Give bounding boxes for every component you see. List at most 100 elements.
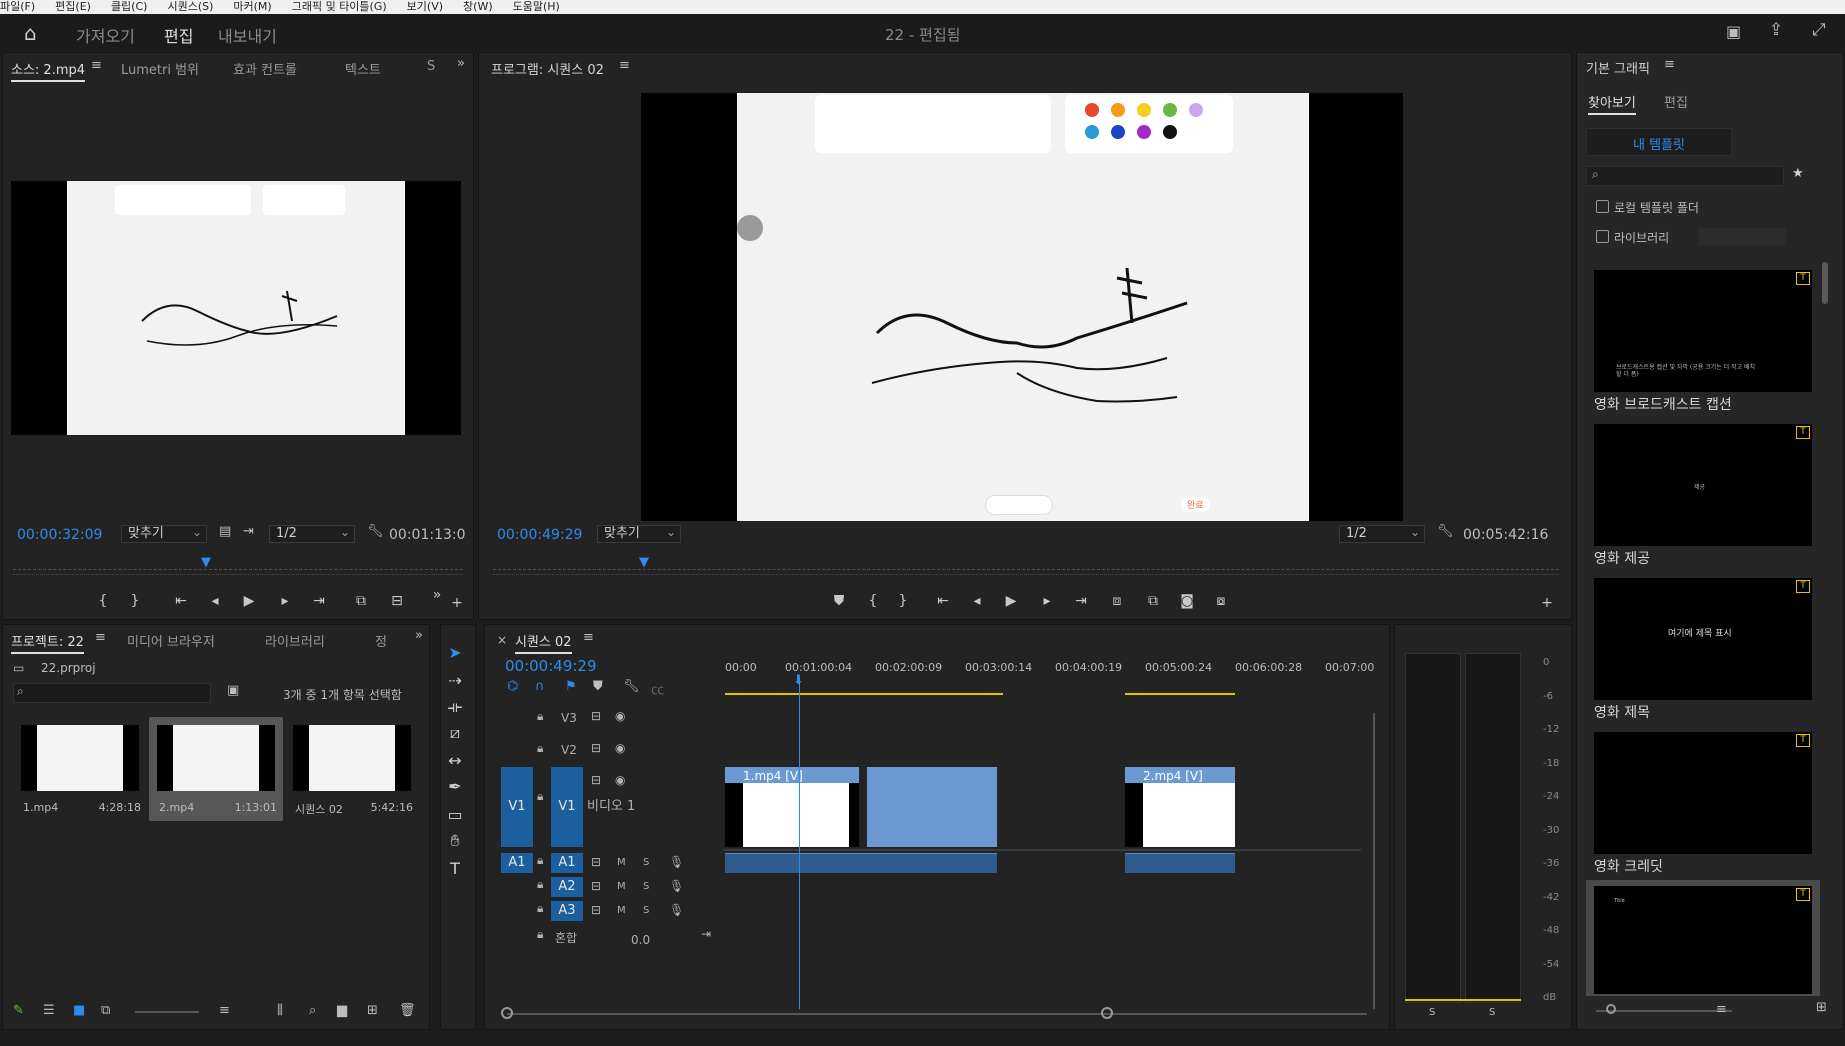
solo-button[interactable]: S [643, 881, 649, 892]
program-scrubber[interactable] [493, 561, 1559, 575]
source-scrubber[interactable] [13, 561, 463, 575]
template-title[interactable]: T 여기에 제목 표시 [1594, 578, 1812, 700]
tab-media-browser[interactable]: 미디어 브라우저 [127, 631, 215, 650]
step-back-icon[interactable]: ◂ [967, 593, 987, 609]
source-patch-a1[interactable]: A1 [501, 853, 533, 873]
menu-item[interactable]: 편집(E) [55, 1, 91, 13]
tab-edit-graphics[interactable]: 편집 [1664, 92, 1688, 111]
razor-tool-icon[interactable]: ⧄ [441, 723, 469, 743]
tab-more[interactable]: S [427, 59, 435, 74]
audio-clip-1[interactable] [725, 853, 997, 873]
template-lower-title[interactable]: T Title [1594, 886, 1812, 994]
menu-item[interactable]: 창(W) [463, 1, 493, 13]
mute-button[interactable]: M [617, 881, 626, 892]
linked-selection-icon[interactable]: ⚑ [565, 679, 577, 694]
lock-icon[interactable]: 🔒︎ [537, 927, 543, 942]
eye-icon[interactable]: ◉ [615, 741, 625, 755]
menu-item[interactable]: 파일(F) [0, 1, 35, 13]
track-a3[interactable]: A3 [551, 901, 583, 921]
new-bin-icon[interactable]: ▣ [227, 683, 239, 698]
step-forward-icon[interactable]: ▸ [1037, 593, 1057, 609]
go-to-end-icon[interactable]: ⇥ [701, 927, 711, 941]
track-v1[interactable]: V1 [551, 767, 583, 847]
source-resolution-select[interactable]: 1/2 [269, 524, 355, 543]
sync-icon[interactable]: ⊟ [591, 709, 601, 723]
program-fit-select[interactable]: 맞추기 [597, 524, 681, 543]
menu-item[interactable]: 시퀀스(S) [167, 1, 213, 13]
wrench-icon[interactable]: 🔧︎ [1437, 524, 1454, 539]
menu-icon[interactable]: ≡ [583, 630, 594, 645]
time-ruler[interactable]: 00:00 00:01:00:04 00:02:00:09 00:03:00:14 00… [725, 661, 1374, 695]
lift-icon[interactable]: ⧈ [1107, 593, 1127, 609]
folder-icon[interactable]: ▆ [337, 1003, 347, 1018]
eye-icon[interactable]: ◉ [615, 773, 625, 787]
my-templates-button[interactable]: 내 템플릿 [1586, 128, 1732, 156]
lock-icon[interactable]: 🔒︎ [537, 741, 543, 756]
add-marker-icon[interactable]: ⛊ [829, 593, 849, 609]
eg-scrollbar[interactable] [1822, 262, 1828, 304]
vertical-scrollbar[interactable] [1373, 713, 1375, 1009]
program-title[interactable]: 프로그램: 시퀀스 02 [491, 59, 604, 78]
mark-out-button[interactable]: } [125, 593, 145, 609]
settings-toggle-icon[interactable]: ▤ [219, 524, 231, 539]
tab-edit[interactable]: 편집 [164, 23, 194, 55]
menu-item[interactable]: 마커(M) [233, 1, 271, 13]
menu-icon[interactable]: ≡ [95, 630, 106, 645]
insert-clip-icon[interactable]: ⧉ [351, 593, 371, 609]
eg-zoom-slider[interactable] [1596, 1010, 1732, 1012]
program-resolution-select[interactable]: 1/2 [1339, 524, 1425, 543]
tab-effect-controls[interactable]: 효과 컨트롤 [233, 59, 297, 78]
project-item-3[interactable]: 시퀀스 02 5:42:16 [285, 717, 419, 821]
go-to-in-icon[interactable]: ⇤ [933, 593, 953, 609]
ripple-edit-tool-icon[interactable]: ⟛ [441, 697, 469, 717]
extract-icon[interactable]: ⧉ [1143, 593, 1163, 609]
share-icon[interactable]: ⇪ [1769, 20, 1783, 40]
comparison-view-icon[interactable]: ⧇ [1211, 593, 1231, 609]
tab-sequence[interactable]: 시퀀스 02 [515, 631, 572, 654]
lock-icon[interactable]: 🔒︎ [537, 709, 543, 724]
mark-out-button[interactable]: } [893, 593, 913, 609]
tab-project[interactable]: 프로젝트: 22 [11, 631, 84, 654]
insert-icon[interactable]: ⇥ [243, 524, 254, 539]
template-credits[interactable]: T [1594, 732, 1812, 854]
overwrite-clip-icon[interactable]: ⊟ [387, 593, 407, 609]
captions-icon[interactable]: ㏄ [651, 679, 664, 698]
menu-item[interactable]: 도움말(H) [513, 1, 560, 13]
menu-item[interactable]: 보기(V) [407, 1, 443, 13]
tab-export[interactable]: 내보내기 [218, 23, 277, 47]
pen-tool-icon[interactable]: ✒ [441, 777, 469, 796]
eye-icon[interactable]: ◉ [615, 709, 625, 723]
project-item-2[interactable]: 2.mp4 1:13:01 [149, 717, 283, 821]
play-icon[interactable]: ▶ [1001, 593, 1021, 609]
list-view-icon[interactable]: ☰ [43, 1003, 55, 1018]
icon-view-icon[interactable]: ■ [73, 1003, 85, 1018]
track-v3[interactable]: V3 [561, 711, 577, 725]
overflow-icon[interactable]: » [415, 628, 423, 643]
track-a1[interactable]: A1 [551, 853, 583, 873]
go-to-in-icon[interactable]: ⇤ [171, 593, 191, 609]
audio-clip-2[interactable] [1125, 853, 1235, 873]
zoom-slider[interactable] [135, 1011, 199, 1013]
menu-item[interactable]: 그래픽 및 타이틀(G) [292, 1, 387, 13]
playhead-line[interactable] [799, 677, 800, 1009]
mic-icon[interactable]: 🎙︎ [669, 903, 684, 917]
mark-in-button[interactable]: { [863, 593, 883, 609]
clip-1mp4-end[interactable] [867, 767, 997, 847]
new-item-icon[interactable]: ⊞ [367, 1003, 378, 1018]
sync-icon[interactable]: ⊟ [591, 773, 601, 787]
source-patch-v1[interactable]: V1 [501, 767, 533, 847]
type-tool-icon[interactable]: T [441, 859, 469, 878]
sync-icon[interactable]: ⊟ [591, 855, 601, 869]
fullscreen-icon[interactable]: ⤢ [1812, 20, 1826, 40]
close-icon[interactable]: × [497, 633, 507, 647]
step-forward-icon[interactable]: ▸ [275, 593, 295, 609]
mic-icon[interactable]: 🎙︎ [669, 855, 684, 869]
zoom-handle-icon[interactable] [1606, 1004, 1616, 1014]
libraries-checkbox[interactable] [1596, 230, 1609, 243]
track-v2[interactable]: V2 [561, 743, 577, 757]
pencil-icon[interactable]: ✎ [13, 1003, 24, 1018]
program-timecode[interactable]: 00:00:49:29 [497, 527, 582, 543]
automate-icon[interactable]: ⫼ [277, 1003, 283, 1018]
eg-search-input[interactable] [1586, 166, 1784, 186]
freeform-view-icon[interactable]: ⧉ [101, 1003, 110, 1018]
